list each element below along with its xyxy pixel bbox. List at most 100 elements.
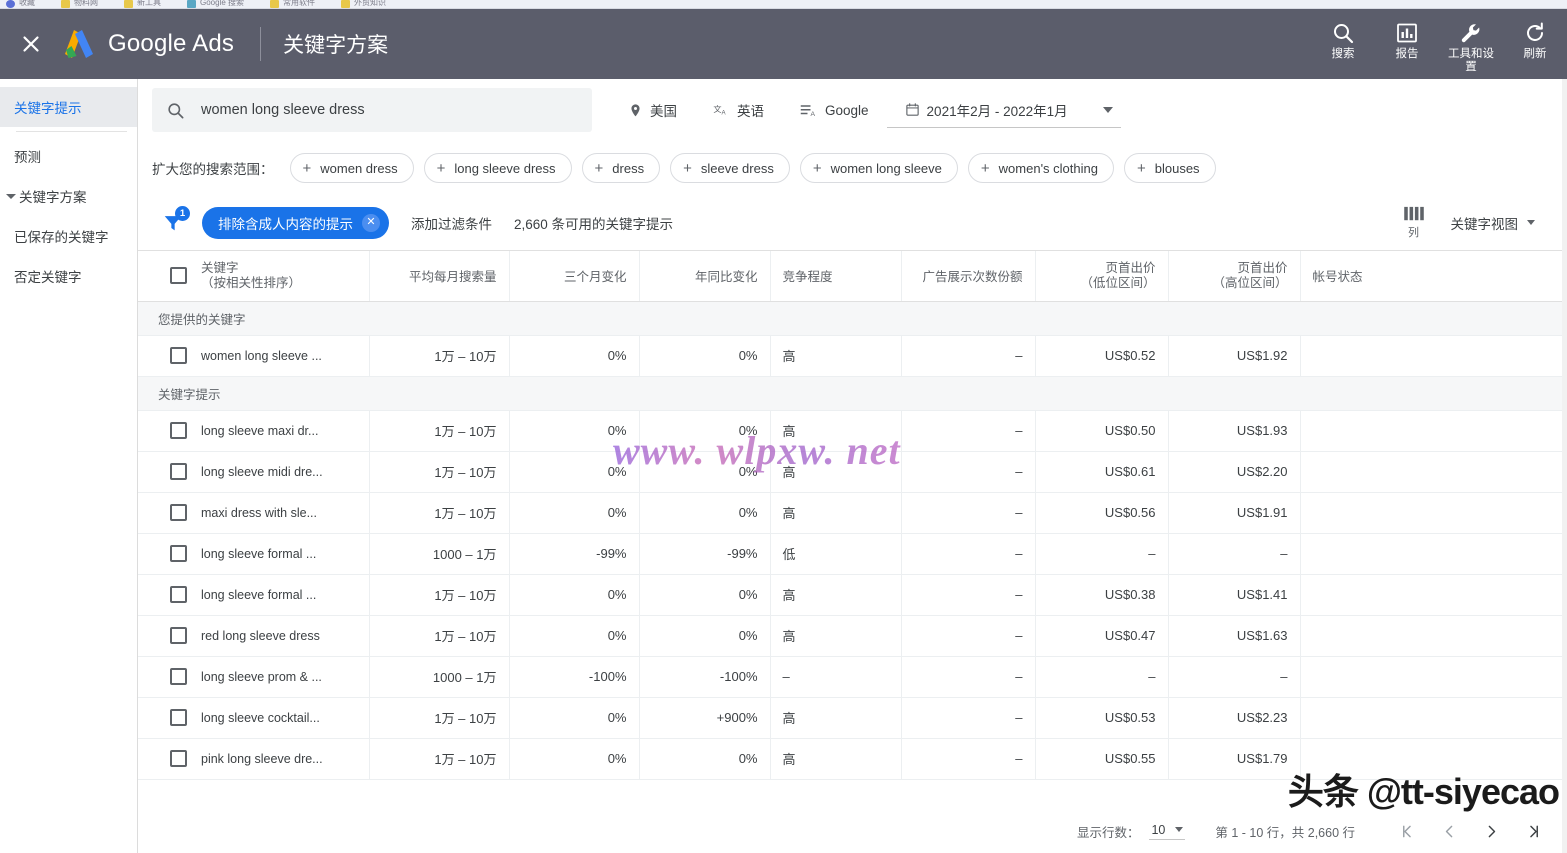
header-competition[interactable]: 竞争程度 (770, 251, 902, 302)
header-top-of-page-bid-low[interactable]: 页首出价 （低位区间） (1035, 251, 1169, 302)
row-checkbox[interactable] (170, 463, 187, 480)
row-checkbox[interactable] (170, 709, 187, 726)
keyword-search-box[interactable] (152, 88, 592, 132)
row-checkbox[interactable] (170, 627, 187, 644)
expand-chip-label: women dress (320, 160, 398, 176)
add-filter-button[interactable]: 添加过滤条件 (411, 213, 492, 233)
table-row[interactable]: long sleeve prom & ... 1000 – 1万 -100% -… (138, 656, 1567, 698)
table-row[interactable]: long sleeve cocktail... 1万 – 10万 0% +900… (138, 697, 1567, 739)
table-row[interactable]: women long sleeve ... 1万 – 10万 0% 0% 高 –… (138, 335, 1567, 377)
header-keyword-line2: （按相关性排序） (201, 275, 302, 290)
bookmark-favicon-icon (187, 0, 196, 8)
language-filter[interactable]: 文 A 英语 (695, 92, 782, 128)
header-yoy-change[interactable]: 年同比变化 (639, 251, 771, 302)
rows-per-page-value: 10 (1151, 822, 1166, 837)
rows-per-page-select[interactable]: 10 (1149, 822, 1186, 840)
header-impression-share[interactable]: 广告展示次数份额 (901, 251, 1036, 302)
table-row[interactable]: long sleeve midi dre... 1万 – 10万 0% 0% 高… (138, 451, 1567, 493)
columns-button[interactable]: 列 (1403, 206, 1425, 240)
table-row[interactable]: long sleeve maxi dr... 1万 – 10万 0% 0% 高 … (138, 410, 1567, 452)
search-input[interactable] (199, 101, 578, 119)
row-checkbox[interactable] (170, 586, 187, 603)
bookmark-item[interactable]: 新工具 (124, 0, 161, 8)
bookmark-item[interactable]: 常用软件 (270, 0, 315, 8)
expand-chip-womens-clothing[interactable]: + women's clothing (967, 153, 1114, 183)
table-row[interactable]: pink long sleeve dre... 1万 – 10万 0% 0% 高… (138, 738, 1567, 780)
header-keyword[interactable]: 关键字 （按相关性排序） (138, 251, 370, 302)
cell-competition: 高 (770, 492, 902, 534)
svg-text:A: A (811, 110, 816, 117)
row-checkbox[interactable] (170, 504, 187, 521)
active-filter-chip[interactable]: 排除含成人内容的提示 ✕ (202, 206, 389, 239)
bookmark-favicon-icon (341, 0, 351, 8)
date-range-filter[interactable]: 2021年2月 - 2022年1月 (886, 92, 1121, 128)
bookmark-item[interactable]: 物料网 (61, 0, 98, 8)
table-row[interactable]: long sleeve formal ... 1万 – 10万 0% 0% 高 … (138, 574, 1567, 616)
table-row[interactable]: red long sleeve dress 1万 – 10万 0% 0% 高 –… (138, 615, 1567, 657)
header-refresh-button[interactable]: 刷新 (1503, 21, 1567, 61)
sidebar-item-label: 已保存的关键字 (14, 230, 109, 245)
network-filter[interactable]: A Google (782, 92, 887, 128)
expand-search-label: 扩大您的搜索范围： (152, 162, 274, 177)
cell-competition: 高 (770, 410, 902, 452)
filter-funnel-button[interactable]: 1 (152, 205, 194, 240)
bookmark-item[interactable]: 收藏 (6, 0, 35, 8)
expand-chip-label: blouses (1154, 160, 1200, 176)
table-row[interactable]: maxi dress with sle... 1万 – 10万 0% 0% 高 … (138, 492, 1567, 534)
page-scrollbar[interactable] (1562, 79, 1567, 853)
row-checkbox[interactable] (170, 668, 187, 685)
page-last-button[interactable] (1515, 813, 1551, 849)
expand-chip-women-long-sleeve[interactable]: + women long sleeve (799, 153, 958, 183)
sidebar-item-saved-keywords[interactable]: 已保存的关键字 (0, 216, 137, 256)
header-search-button[interactable]: 搜索 (1311, 21, 1375, 61)
header-top-of-page-bid-high[interactable]: 页首出价 （高位区间） (1168, 251, 1301, 302)
sidebar-divider (16, 131, 127, 132)
expand-chip-women-dress[interactable]: + women dress (289, 153, 414, 183)
google-ads-logo[interactable] (62, 28, 96, 60)
sidebar-item-negative-keywords[interactable]: 否定关键字 (0, 256, 137, 296)
header-tools-button[interactable]: 工具和设置 (1439, 21, 1503, 74)
bookmark-label: 收藏 (19, 0, 35, 7)
plus-icon: + (436, 159, 446, 177)
header-account-status[interactable]: 帐号状态 (1300, 251, 1567, 302)
table-row[interactable]: long sleeve formal ... 1000 – 1万 -99% -9… (138, 533, 1567, 575)
bookmark-favicon-icon (270, 0, 280, 8)
cell-keyword: women long sleeve ... (138, 335, 370, 377)
cell-bid-low: US$0.38 (1035, 574, 1169, 616)
plus-icon: + (980, 159, 990, 177)
bookmark-item[interactable]: Google 搜索 (187, 0, 244, 8)
sidebar-item-keyword-ideas[interactable]: 关键字提示 (0, 87, 137, 127)
expand-chip-dress[interactable]: + dress (581, 153, 661, 183)
cell-impression-share: – (901, 574, 1036, 616)
header-three-month-change[interactable]: 三个月变化 (509, 251, 640, 302)
row-checkbox[interactable] (170, 422, 187, 439)
page-prev-button[interactable] (1431, 813, 1467, 849)
row-checkbox[interactable] (170, 750, 187, 767)
cell-yoy: +900% (639, 697, 771, 739)
view-selector[interactable]: 关键字视图 (1451, 213, 1535, 233)
bookmark-item[interactable]: 外贸知识 (341, 0, 386, 8)
select-all-checkbox[interactable] (170, 267, 187, 285)
header-bid-high-line2: （高位区间） (1212, 275, 1288, 290)
keyword-table: 关键字 （按相关性排序） 平均每月搜索量 三个月变化 年同比变化 竞争程度 广告… (138, 251, 1567, 780)
sidebar-item-forecast[interactable]: 预测 (0, 136, 137, 176)
header-avg-monthly-searches[interactable]: 平均每月搜索量 (369, 251, 510, 302)
sidebar-item-keyword-plan[interactable]: 关键字方案 (0, 176, 137, 216)
page-first-button[interactable] (1389, 813, 1425, 849)
cell-avg-monthly: 1万 – 10万 (369, 615, 510, 657)
remove-filter-icon[interactable]: ✕ (362, 213, 380, 232)
location-filter[interactable]: 美国 (610, 92, 695, 128)
cell-bid-low: US$0.47 (1035, 615, 1169, 657)
expand-chip-blouses[interactable]: + blouses (1123, 153, 1216, 183)
close-button[interactable] (14, 27, 48, 61)
expand-chip-long-sleeve-dress[interactable]: + long sleeve dress (423, 153, 572, 183)
row-checkbox[interactable] (170, 545, 187, 562)
page-next-button[interactable] (1473, 813, 1509, 849)
chevron-down-icon[interactable] (1102, 106, 1113, 113)
header-reports-button[interactable]: 报告 (1375, 21, 1439, 61)
calendar-icon (905, 103, 919, 116)
expand-chip-sleeve-dress[interactable]: + sleeve dress (670, 153, 790, 183)
cell-avg-monthly: 1万 – 10万 (369, 410, 510, 452)
row-checkbox[interactable] (170, 347, 187, 364)
cell-impression-share: – (901, 335, 1036, 377)
